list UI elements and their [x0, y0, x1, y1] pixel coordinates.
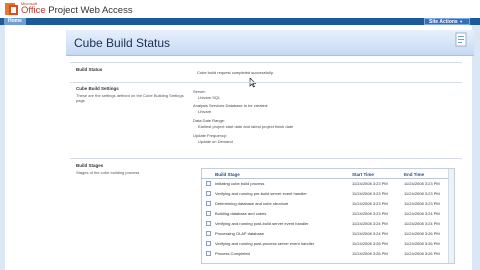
table-scrollbar[interactable] — [448, 169, 454, 263]
stage-name: Verifying and running pre-build server e… — [215, 191, 307, 196]
stage-end: 11/24/2008 3:26 PM — [404, 231, 440, 236]
stage-name: Building database and cubes — [215, 211, 267, 216]
stage-name: Processing OLAP database — [215, 231, 265, 236]
column-header-start-time[interactable]: Start Time — [352, 172, 374, 177]
stage-name: Verifying and running post-build server … — [215, 221, 309, 226]
stage-start: 11/24/2008 3:23 PM — [352, 181, 388, 186]
page-title: Cube Build Status — [74, 36, 171, 50]
update-frequency-value: Update on Demand — [198, 139, 233, 144]
stage-end: 11/24/2008 3:24 PM — [404, 221, 440, 226]
cube-build-settings-label: Cube Build Settings — [76, 86, 119, 91]
table-row: Verifying and running post-process serve… — [202, 239, 448, 248]
build-stages-description: Stages of the cube building process — [76, 170, 140, 175]
section-divider — [70, 82, 462, 83]
stage-start: 11/24/2008 3:24 PM — [352, 221, 388, 226]
office-logo-icon — [5, 3, 18, 15]
right-rail — [472, 25, 480, 270]
section-divider — [70, 158, 462, 159]
left-rail — [0, 25, 5, 270]
table-row: Initiating cube build process 11/24/2008… — [202, 179, 448, 188]
stage-name: Initiating cube build process — [215, 181, 265, 186]
top-header: Microsoft Office Project Web Access — [0, 0, 480, 18]
stage-start: 11/24/2008 3:23 PM — [352, 211, 388, 216]
tab-home[interactable]: Home — [4, 18, 26, 25]
stage-status-icon — [206, 181, 211, 186]
database-label: Analysis Services Database to be created… — [193, 103, 269, 108]
cube-build-settings-description: These are the settings defined on the Cu… — [76, 93, 184, 103]
update-frequency-label: Update Frequency: — [193, 133, 228, 138]
table-row: Process Completed 11/24/2008 3:26 PM 11/… — [202, 249, 448, 258]
stage-start: 11/24/2008 3:23 PM — [352, 191, 388, 196]
build-stages-label: Build Stages — [76, 163, 104, 168]
date-range-value: Earliest project start date and latest p… — [198, 124, 294, 129]
server-value: Lhivare SQL — [198, 95, 221, 100]
database-value: Lhivare — [198, 109, 212, 114]
stage-status-icon — [206, 211, 211, 216]
stage-start: 11/24/2008 3:24 PM — [352, 231, 388, 236]
stage-name: Verifying and running post-process serve… — [215, 241, 315, 246]
table-row: Determining database and cube structure … — [202, 199, 448, 208]
stage-name: Determining database and cube structure — [215, 201, 289, 206]
site-actions-label: Site Actions — [429, 19, 458, 25]
date-range-label: Data Date Range: — [193, 118, 226, 123]
section-divider — [70, 62, 462, 63]
column-header-build-stage[interactable]: Build Stage — [215, 172, 240, 177]
stage-status-icon — [206, 241, 211, 246]
product-suffix: Project Web Access — [45, 5, 133, 16]
stage-status-icon — [206, 221, 211, 226]
build-status-label: Build Status — [76, 67, 103, 72]
table-row: Processing OLAP database 11/24/2008 3:24… — [202, 229, 448, 238]
product-name: Office Project Web Access — [21, 5, 133, 16]
table-row: Building database and cubes 11/24/2008 3… — [202, 209, 448, 218]
stage-status-icon — [206, 191, 211, 196]
stage-end: 11/24/2008 3:23 PM — [404, 201, 440, 206]
stage-status-icon — [206, 251, 211, 256]
stage-end: 11/24/2008 3:23 PM — [404, 181, 440, 186]
stage-end: 11/24/2008 3:26 PM — [404, 241, 440, 246]
server-label: Server: — [193, 89, 206, 94]
stage-end: 11/24/2008 3:24 PM — [404, 211, 440, 216]
stage-name: Process Completed — [215, 251, 250, 256]
stage-end: 11/24/2008 3:23 PM — [404, 191, 440, 196]
stage-status-icon — [206, 231, 211, 236]
chevron-down-icon: ▼ — [459, 19, 464, 24]
column-header-end-time[interactable]: End Time — [404, 172, 424, 177]
page-icon — [455, 32, 467, 47]
stage-start: 11/24/2008 3:23 PM — [352, 201, 388, 206]
mouse-cursor-icon — [249, 78, 257, 88]
stage-end: 11/24/2008 3:26 PM — [404, 251, 440, 256]
table-row: Verifying and running post-build server … — [202, 219, 448, 228]
build-status-message: Cube build request completed successfull… — [197, 70, 274, 75]
global-nav-bar — [0, 18, 480, 25]
stage-start: 11/24/2008 3:26 PM — [352, 241, 388, 246]
stage-start: 11/24/2008 3:26 PM — [352, 251, 388, 256]
stage-status-icon — [206, 201, 211, 206]
table-row: Verifying and running pre-build server e… — [202, 189, 448, 198]
site-actions-button[interactable]: Site Actions ▼ — [424, 18, 470, 25]
product-prefix: Office — [21, 5, 46, 16]
